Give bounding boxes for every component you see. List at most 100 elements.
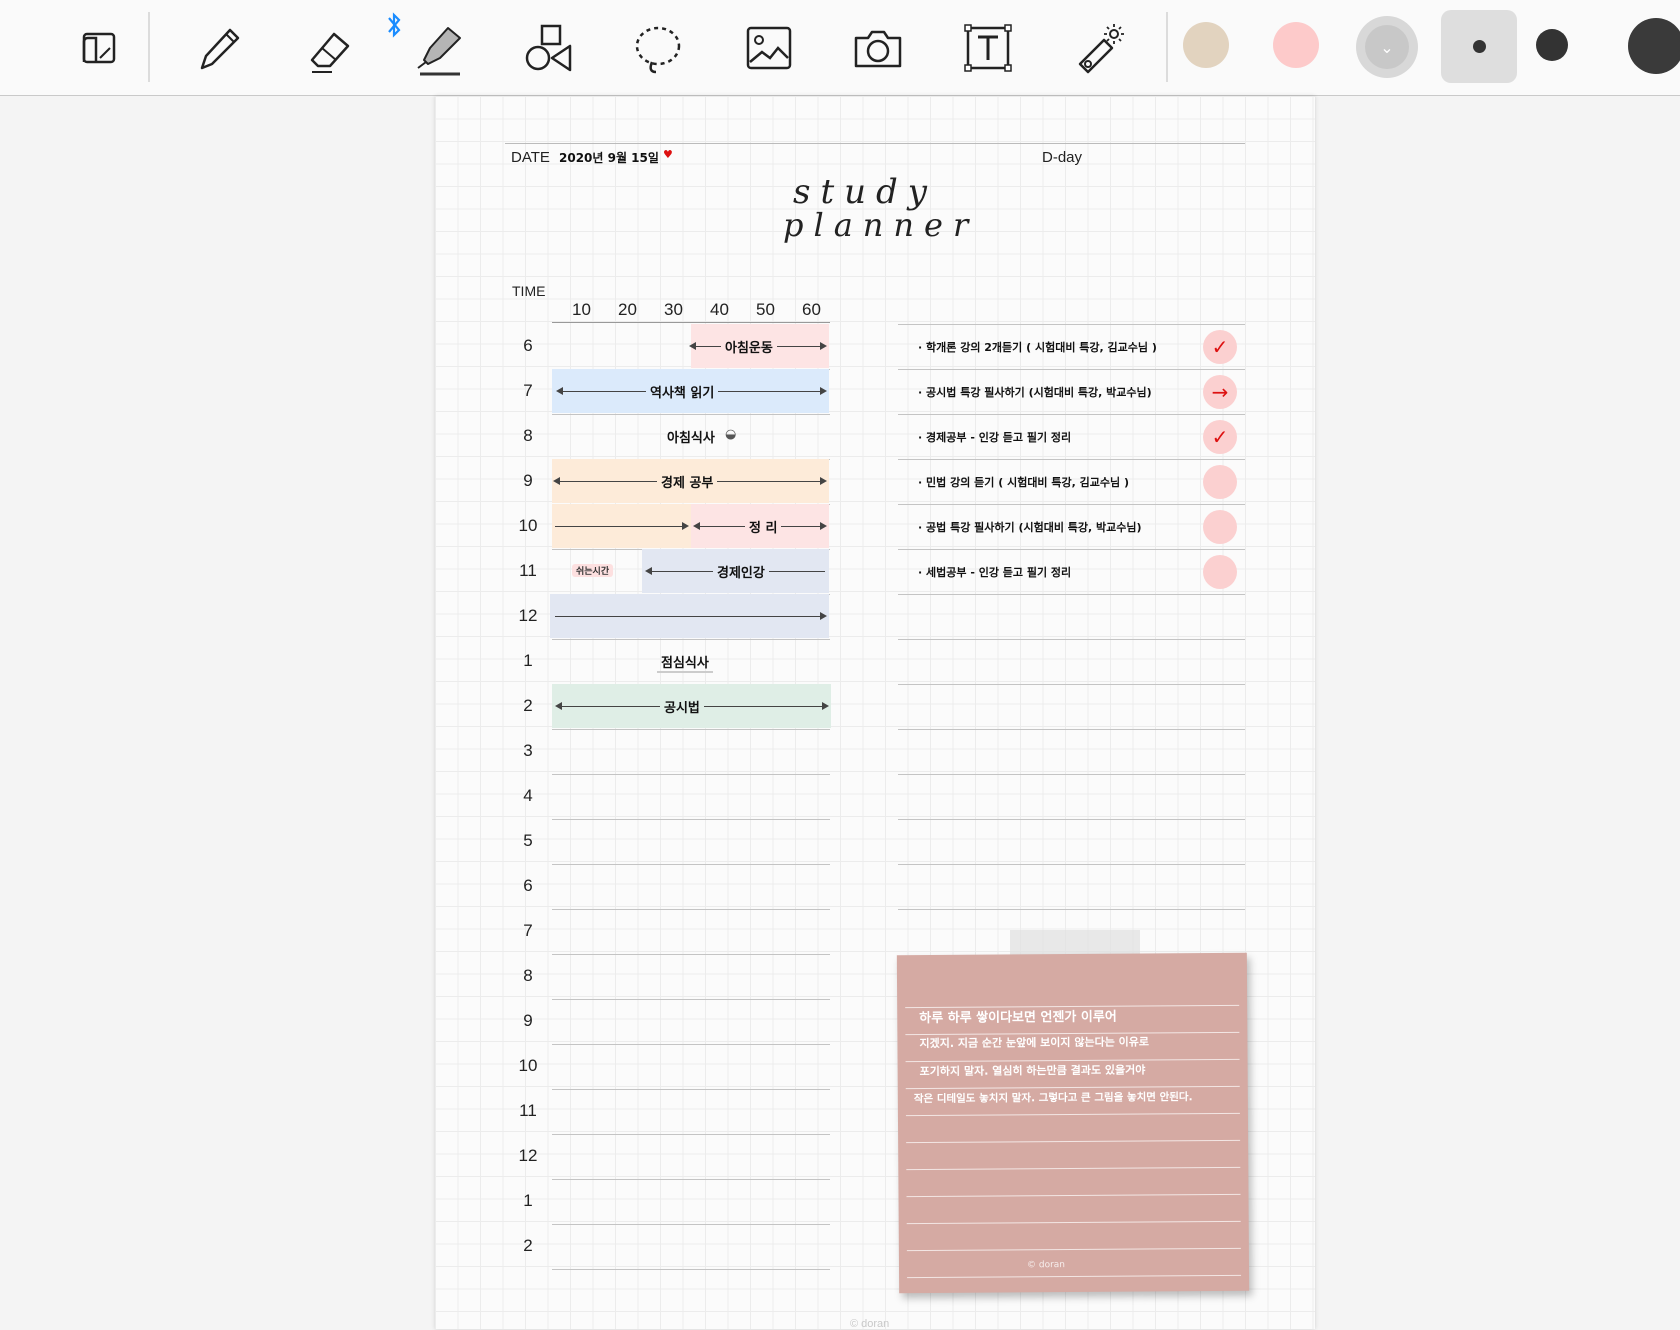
todo-status-circle[interactable]: → [1203,375,1237,409]
hour-label: 7 [523,381,533,400]
color-swatch-pink[interactable] [1273,22,1319,68]
todo-row-line [898,909,1245,910]
hour-row-line [552,729,830,730]
label-break-time: 쉬는시간 [572,564,614,577]
hour-row-line [552,954,830,955]
sticky-note-line: 하루 하루 쌓이다보면 언젠가 이루어 [919,1009,1117,1027]
sticky-ruled-line [906,1166,1241,1171]
color-swatch-gray-selected[interactable]: ⌄ [1356,16,1418,78]
label-review: 정 리 [745,517,782,536]
todo-row-line [898,549,1245,550]
label-breakfast: 아침식사 [667,431,715,446]
hour-row-line [552,1044,830,1045]
hour-label: 11 [519,1101,537,1120]
hour-label: 3 [523,741,533,760]
hour-label: 1 [523,1191,533,1210]
sticky-ruled-line [906,1139,1241,1144]
todo-status-circle[interactable] [1203,555,1237,589]
hour-row-line [552,819,830,820]
arrow-head-right [820,522,827,530]
text-icon[interactable] [948,8,1028,88]
layout-icon[interactable] [58,8,138,88]
shapes-icon[interactable] [508,8,588,88]
rice-bowl-icon: ◒ [725,427,737,442]
hour-label: 1 [523,651,533,670]
hour-label: 5 [523,831,533,850]
hour-label: 10 [518,1056,538,1075]
arrow-head-right [820,342,827,350]
laser-pointer-icon[interactable] [1058,8,1138,88]
eraser-icon[interactable] [290,8,370,88]
todo-row-line [898,414,1245,415]
todo-row-line [898,504,1245,505]
hour-label: 11 [519,561,537,580]
hour-row-line [552,1224,830,1225]
pen-size-small-selected[interactable] [1441,10,1517,83]
page-footer: © doran [850,1318,890,1330]
todo-row-line [898,459,1245,460]
hour-label: 9 [523,471,533,490]
hour-label: 7 [523,921,533,940]
todo-item: · 민법 강의 듣기 ( 시험대비 특강, 김교수님 ) [918,476,1129,489]
todo-item: · 경제공부 - 인강 듣고 필기 정리 [918,431,1072,444]
pen-icon[interactable] [178,8,258,88]
minute-label: 40 [710,300,729,319]
todo-row-line [898,774,1245,775]
minute-label: 20 [618,300,637,319]
hour-row-line [552,1179,830,1180]
todo-status-circle[interactable]: ✓ [1203,330,1237,364]
hour-label: 8 [523,966,533,985]
highlighter-icon[interactable] [398,8,478,88]
todo-status-circle[interactable] [1203,465,1237,499]
sticky-note-line: 작은 디테일도 놓치지 말자. 그렇다고 큰 그림을 놓치면 안된다. [913,1091,1193,1106]
arrow-head-right [820,477,827,485]
color-swatch-beige[interactable] [1183,22,1229,68]
sticky-ruled-line [906,1193,1241,1198]
pen-size-large[interactable] [1628,18,1680,74]
lasso-icon[interactable] [618,8,698,88]
planner-page[interactable]: DATE 2020년 9월 15일 ♥ D-day study planner … [435,96,1315,1330]
todo-row-line [898,639,1245,640]
todo-status-circle[interactable] [1203,510,1237,544]
hour-row-line [552,774,830,775]
todo-row-line [898,594,1245,595]
arrow-line [555,616,825,617]
hour-row-line [552,909,830,910]
heart-icon: ♥ [663,148,673,161]
arrow-line [555,526,687,527]
hour-label: 9 [523,1011,533,1030]
minute-label: 10 [572,300,591,319]
hour-label: 10 [518,516,538,535]
camera-icon[interactable] [838,8,918,88]
chevron-down-icon: ⌄ [1365,25,1409,69]
pen-size-medium[interactable] [1536,29,1568,61]
hour-label: 12 [518,606,538,625]
hour-label: 6 [523,876,533,895]
hour-row-line [552,1269,830,1270]
todo-status-circle[interactable]: ✓ [1203,420,1237,454]
image-icon[interactable] [728,8,808,88]
sticky-note[interactable]: 하루 하루 쌓이다보면 언젠가 이루어 지겠지. 지금 순간 눈앞에 보이지 않는… [896,952,1250,1294]
title-line2: planner [783,206,979,244]
hour-label: 2 [523,1236,533,1255]
todo-row-line [898,324,1245,325]
hour-row-line [552,1134,830,1135]
sticky-doran-signature: © doran [1026,1260,1066,1271]
todo-row-line [898,369,1245,370]
todo-item: · 세법공부 - 인강 듣고 필기 정리 [918,566,1072,579]
minute-label: 50 [756,300,775,319]
minute-label: 60 [802,300,821,319]
arrow-head-left [553,477,560,485]
todo-item: · 학개론 강의 2개듣기 ( 시험대비 특강, 김교수님 ) [918,341,1157,354]
hour-row-line [552,414,830,415]
hour-row-line [552,864,830,865]
arrow-head-right [820,612,827,620]
hour-label: 2 [523,696,533,715]
sticky-ruled-line [906,1220,1241,1225]
hour-row-line [552,1089,830,1090]
minute-label: 30 [664,300,683,319]
label-economics-study: 경제 공부 [657,472,718,491]
time-label: TIME [512,283,546,299]
arrow-head-right [820,387,827,395]
hour-row-line [552,639,830,640]
